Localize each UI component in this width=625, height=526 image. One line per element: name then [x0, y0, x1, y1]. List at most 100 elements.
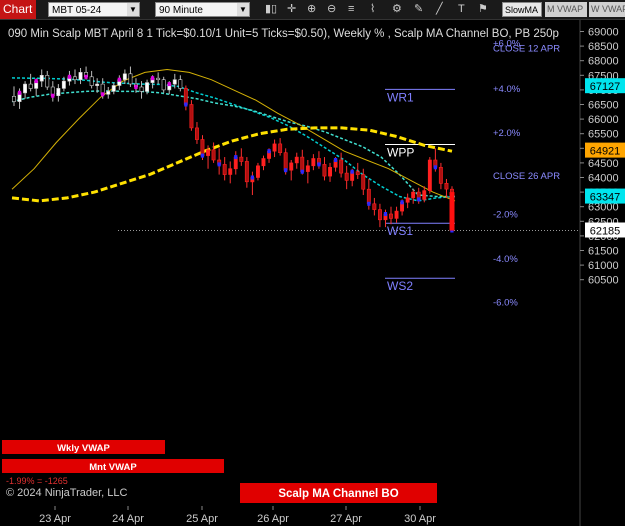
instrument-selector[interactable]: MBT 05-24 ▼: [48, 2, 140, 17]
text-icon[interactable]: T: [458, 3, 465, 16]
candle-body: [183, 88, 188, 105]
candle-body: [111, 85, 116, 92]
candle: [189, 100, 194, 131]
x-tick-label: 23 Apr: [39, 513, 71, 525]
x-tick-label: 26 Apr: [257, 513, 289, 525]
candle-body: [283, 152, 288, 171]
percent-level-label: CLOSE 26 APR: [493, 171, 560, 182]
signal-marker: [84, 74, 88, 79]
strategies-icon[interactable]: ⚙: [392, 3, 402, 16]
candle-body: [189, 104, 194, 129]
alerts-icon[interactable]: ⚑: [478, 3, 488, 16]
candle-body: [56, 88, 61, 97]
candle-body: [106, 91, 111, 95]
candle: [255, 162, 260, 181]
chart-title: 090 Min Scalp MBT April 8 1 Tick=$0.10/1…: [8, 28, 559, 40]
indicator-badge-label: Wkly VWAP: [57, 443, 110, 454]
signal-marker: [400, 200, 404, 205]
y-tick-label: 61000: [588, 260, 619, 272]
candle-body: [388, 213, 393, 219]
candle-body: [422, 190, 427, 200]
bar-style-icon[interactable]: ▮▯: [265, 3, 277, 16]
candle-body: [289, 162, 294, 171]
m-vwap-button[interactable]: M VWAP: [545, 2, 587, 17]
zoom-in-icon[interactable]: ⊕: [307, 3, 316, 16]
candle-body: [444, 183, 449, 190]
candle-body: [222, 164, 227, 175]
candle-body: [73, 76, 77, 80]
candle-body: [78, 72, 83, 81]
signal-marker: [184, 102, 188, 107]
candle-body: [366, 188, 371, 205]
price-marker: 62185: [585, 222, 625, 238]
pivot-level-label: WS2: [387, 279, 413, 293]
y-tick-label: 68500: [588, 41, 619, 53]
y-tick-label: 66000: [588, 114, 619, 126]
candle-body: [244, 161, 249, 183]
candle-body: [156, 77, 161, 81]
candle-body: [377, 209, 382, 221]
candle-body: [28, 83, 33, 89]
signal-marker: [267, 149, 271, 154]
signal-marker: [367, 201, 371, 206]
percent-level-label: -4.0%: [493, 254, 518, 265]
percent-level-label: CLOSE 12 APR: [493, 44, 560, 55]
y-tick-label: 61500: [588, 246, 619, 258]
candle: [427, 157, 432, 194]
x-tick-label: 24 Apr: [112, 513, 144, 525]
indicators-icon[interactable]: ⌇: [370, 3, 375, 16]
candle-body: [45, 74, 50, 88]
interval-value: 90 Minute: [159, 5, 203, 16]
pivot-level-label: WS1: [387, 224, 413, 238]
x-tick-label: 27 Apr: [330, 513, 362, 525]
drawing-tools-icon[interactable]: ✎: [414, 3, 423, 16]
slowma-button[interactable]: SlowMA: [502, 2, 542, 17]
candle-body: [438, 167, 443, 184]
signal-marker: [383, 212, 388, 216]
y-tick-label: 68000: [588, 56, 619, 68]
price-chart[interactable]: 090 Min Scalp MBT April 8 1 Tick=$0.10/1…: [0, 20, 625, 526]
y-tick-label: 64500: [588, 158, 619, 170]
candle-body: [172, 79, 177, 85]
candle-body: [12, 96, 16, 102]
y-tick-label: 64000: [588, 173, 619, 185]
candle-body: [339, 159, 344, 174]
zoom-out-icon[interactable]: ⊖: [327, 3, 336, 16]
signal-marker: [300, 169, 304, 174]
candle-body: [372, 203, 377, 210]
candle-body: [361, 174, 366, 190]
percent-level-label: +4.0%: [493, 84, 521, 95]
y-tick-label: 65500: [588, 129, 619, 141]
signal-marker: [433, 165, 437, 170]
interval-selector[interactable]: 90 Minute ▼: [155, 2, 250, 17]
price-marker: 67127: [585, 78, 625, 94]
candle-body: [355, 171, 360, 175]
candle-body: [261, 158, 266, 167]
w-vwap-button[interactable]: W VWAP: [589, 2, 625, 17]
signal-marker: [250, 175, 254, 180]
x-tick-label: 30 Apr: [404, 513, 436, 525]
crosshair-icon[interactable]: ✛: [287, 3, 296, 16]
properties-icon[interactable]: ≡: [348, 3, 354, 16]
candle-body: [305, 165, 310, 172]
indicator-badge-label: Scalp MA Channel BO: [278, 488, 398, 500]
price-marker: 63347: [585, 188, 625, 204]
signal-marker: [350, 169, 354, 174]
candle-body: [95, 83, 100, 86]
draw-icon[interactable]: ╱: [436, 3, 443, 16]
signal-marker: [67, 74, 72, 79]
candle-body: [272, 143, 277, 152]
chart-title-tab[interactable]: Chart: [0, 0, 36, 19]
signal-marker: [34, 79, 38, 84]
candle-body: [255, 165, 260, 178]
price-marker-label: 64921: [590, 146, 621, 158]
signal-marker: [17, 90, 22, 95]
signal-marker: [150, 76, 155, 81]
signal-marker: [51, 93, 55, 98]
price-marker-label: 62185: [590, 225, 621, 237]
percent-level-label: +2.0%: [493, 128, 521, 139]
candle-body: [200, 139, 205, 156]
chevron-down-icon: ▼: [127, 3, 139, 16]
candle-body: [239, 156, 244, 162]
price-marker: 64921: [585, 142, 625, 158]
